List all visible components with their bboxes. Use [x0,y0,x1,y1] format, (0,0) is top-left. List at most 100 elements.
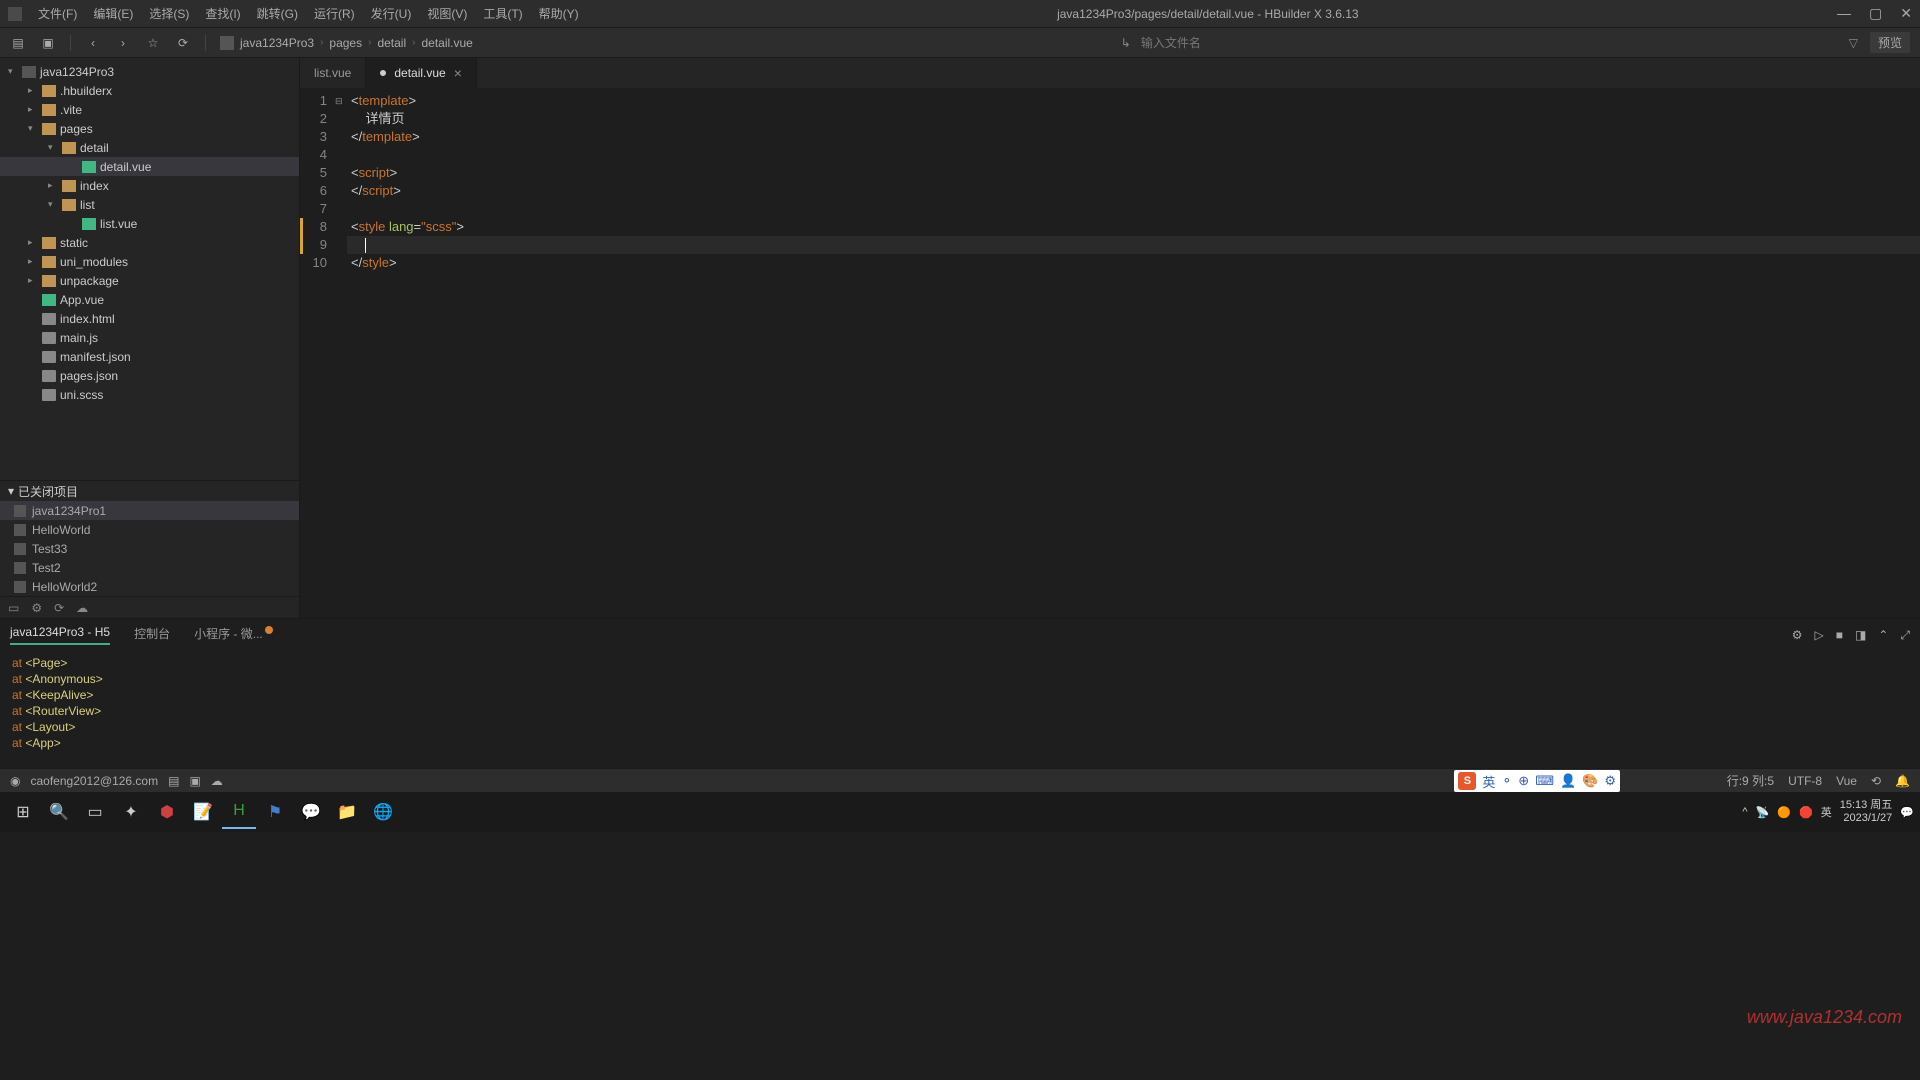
breadcrumb-item[interactable]: detail [377,36,406,50]
terminal-icon[interactable]: ▭ [8,601,19,615]
menu-run[interactable]: 运行(R) [314,5,355,22]
preview-button[interactable]: 预览 [1870,32,1910,53]
console-tab[interactable]: 小程序 - 微... [194,625,273,646]
gear-icon[interactable]: ⚙ [1792,628,1803,643]
ime-icon[interactable]: 🎨 [1582,773,1598,789]
console-tab[interactable]: 控制台 [134,625,170,646]
menu-tools[interactable]: 工具(T) [483,5,522,22]
app-icon[interactable]: ✦ [114,795,148,829]
ime-mode[interactable]: 英 [1482,772,1495,791]
folder-item[interactable]: ▸unpackage [0,271,299,290]
tray-icon[interactable]: 📡 [1756,806,1770,819]
menu-help[interactable]: 帮助(Y) [539,5,579,22]
status-icon[interactable]: ☁ [211,774,223,788]
gear-icon[interactable]: ⚙ [31,601,42,615]
arrow-right-icon[interactable]: ↳ [1121,36,1131,50]
cloud-icon[interactable]: ☁ [76,601,88,615]
status-lang[interactable]: Vue [1836,774,1857,788]
breadcrumb-item[interactable]: detail.vue [421,36,472,50]
play-icon[interactable]: ▷ [1815,628,1824,643]
app-icon[interactable]: 📝 [186,795,220,829]
menu-select[interactable]: 选择(S) [149,5,189,22]
file-item[interactable]: App.vue [0,290,299,309]
app-icon[interactable]: ⬢ [150,795,184,829]
start-button[interactable]: ⊞ [6,795,40,829]
ime-icon[interactable]: 👤 [1560,773,1576,789]
status-encoding[interactable]: UTF-8 [1788,774,1822,788]
sync-icon[interactable]: ⟳ [54,601,64,615]
tray-chevron-icon[interactable]: ^ [1742,806,1747,818]
ime-toolbar[interactable]: S 英 ⚬ ⊕ ⌨ 👤 🎨 ⚙ [1454,770,1620,792]
folder-item[interactable]: ▾detail [0,138,299,157]
taskview-icon[interactable]: ▭ [78,795,112,829]
ime-icon[interactable]: ⌨ [1535,773,1554,789]
taskbar-date[interactable]: 2023/1/27 [1840,812,1893,825]
ime-indicator[interactable]: 英 [1821,804,1832,820]
file-item[interactable]: main.js [0,328,299,347]
folder-item[interactable]: ▸static [0,233,299,252]
layout-icon[interactable]: ◨ [1855,628,1866,643]
new-file-icon[interactable]: ▤ [10,35,26,51]
collapse-icon[interactable]: ⌃ [1878,628,1888,643]
folder-item[interactable]: ▾pages [0,119,299,138]
ime-icon[interactable]: ⚬ [1501,773,1512,789]
sync-icon[interactable]: ⟲ [1871,774,1881,788]
status-user[interactable]: caofeng2012@126.com [30,774,158,788]
status-line-col[interactable]: 行:9 列:5 [1727,772,1774,789]
file-item[interactable]: list.vue [0,214,299,233]
folder-item[interactable]: ▸.hbuilderx [0,81,299,100]
maximize-icon[interactable]: ▢ [1869,5,1882,22]
menu-edit[interactable]: 编辑(E) [93,5,133,22]
search-placeholder[interactable]: 输入文件名 [1141,34,1201,51]
minimize-icon[interactable]: — [1837,5,1851,22]
status-icon[interactable]: ▣ [189,774,200,788]
folder-item[interactable]: ▸uni_modules [0,252,299,271]
forward-icon[interactable]: › [115,35,131,51]
editor-tab[interactable]: list.vue [300,58,366,88]
hbuilder-icon[interactable]: H [222,795,256,829]
menu-view[interactable]: 视图(V) [427,5,467,22]
bell-icon[interactable]: 🔔 [1895,774,1910,788]
breadcrumb-item[interactable]: pages [329,36,362,50]
tray-icon[interactable]: 🟠 [1777,806,1791,819]
closed-project-item[interactable]: java1234Pro1 [0,501,299,520]
folder-item[interactable]: ▸index [0,176,299,195]
close-icon[interactable]: ✕ [1900,5,1912,22]
save-icon[interactable]: ▣ [40,35,56,51]
search-icon[interactable]: 🔍 [42,795,76,829]
filter-icon[interactable]: ▽ [1849,36,1858,50]
close-tab-icon[interactable]: × [454,65,462,81]
file-item[interactable]: uni.scss [0,385,299,404]
folder-item[interactable]: ▸.vite [0,100,299,119]
wechat-icon[interactable]: 💬 [294,795,328,829]
closed-project-item[interactable]: Test33 [0,539,299,558]
code-editor[interactable]: 12345678910 ⊟ <template> 详情页</template><… [300,88,1920,618]
closed-project-item[interactable]: Test2 [0,558,299,577]
status-icon[interactable]: ▤ [168,774,179,788]
stop-icon[interactable]: ■ [1836,628,1843,643]
folder-item[interactable]: ▾list [0,195,299,214]
console-tab[interactable]: java1234Pro3 - H5 [10,625,110,645]
menu-file[interactable]: 文件(F) [38,5,77,22]
project-root[interactable]: ▾java1234Pro3 [0,62,299,81]
closed-project-item[interactable]: HelloWorld2 [0,577,299,596]
editor-tab[interactable]: detail.vue× [366,58,477,88]
breadcrumb-item[interactable]: java1234Pro3 [240,36,314,50]
menu-find[interactable]: 查找(I) [205,5,240,22]
refresh-icon[interactable]: ⟳ [175,35,191,51]
chrome-icon[interactable]: 🌐 [366,795,400,829]
menu-goto[interactable]: 跳转(G) [257,5,298,22]
star-icon[interactable]: ☆ [145,35,161,51]
app-icon[interactable]: ⚑ [258,795,292,829]
chevron-down-icon[interactable]: ▾ [8,484,14,498]
notifications-icon[interactable]: 💬 [1900,806,1914,819]
file-item[interactable]: manifest.json [0,347,299,366]
file-item[interactable]: pages.json [0,366,299,385]
ime-icon[interactable]: ⚙ [1604,773,1616,789]
menu-publish[interactable]: 发行(U) [371,5,412,22]
explorer-icon[interactable]: 📁 [330,795,364,829]
taskbar-time[interactable]: 15:13 周五 [1840,799,1893,812]
file-item[interactable]: index.html [0,309,299,328]
tray-icon[interactable]: 🛑 [1799,806,1813,819]
back-icon[interactable]: ‹ [85,35,101,51]
